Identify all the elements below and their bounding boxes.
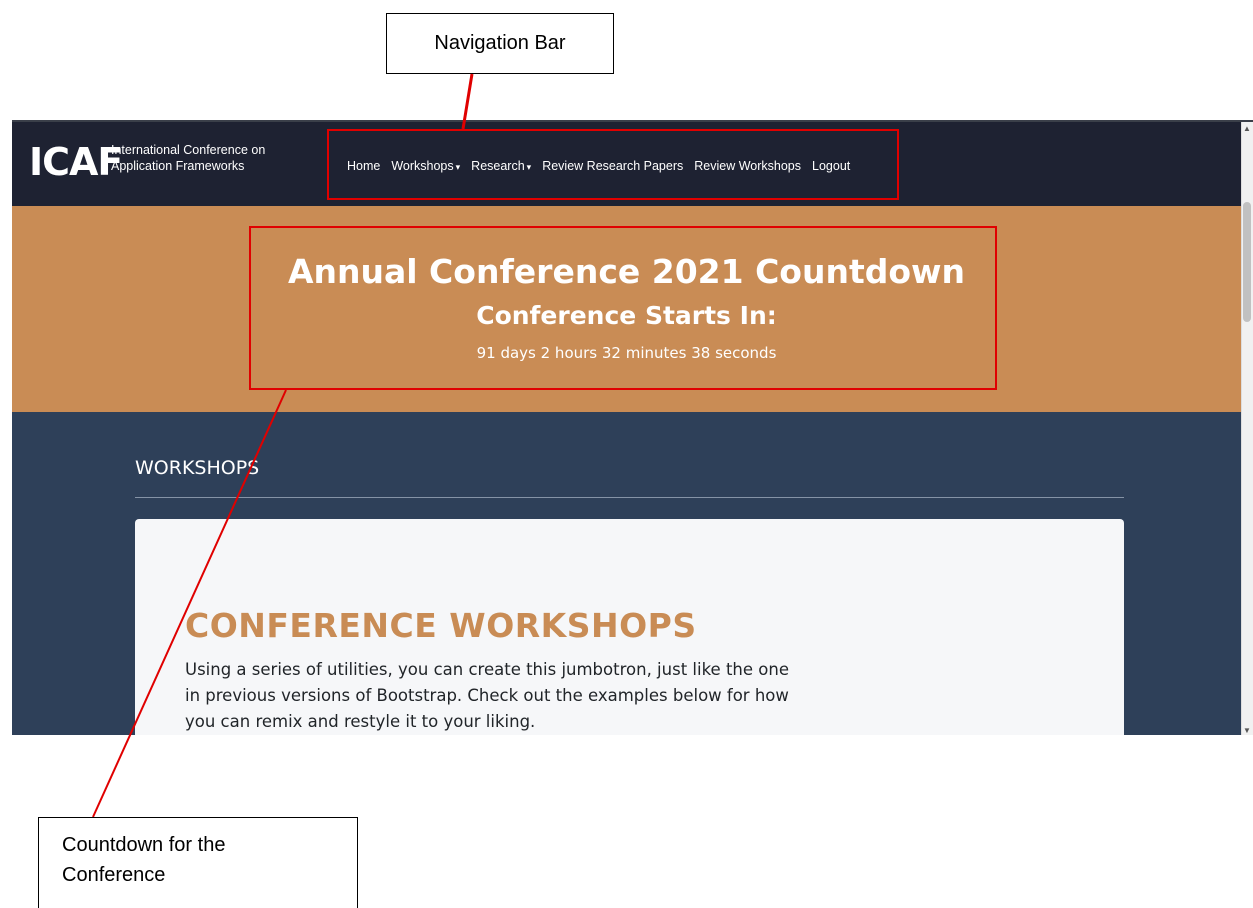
- countdown-callout-line1: Countdown for the: [62, 834, 226, 856]
- countdown-callout: Countdown for the Conference: [38, 817, 358, 908]
- nav-connector-line: [461, 73, 474, 130]
- countdown-connector-line: [92, 389, 287, 818]
- annotation-connectors: [92, 73, 474, 818]
- countdown-callout-line2: Conference: [62, 864, 166, 886]
